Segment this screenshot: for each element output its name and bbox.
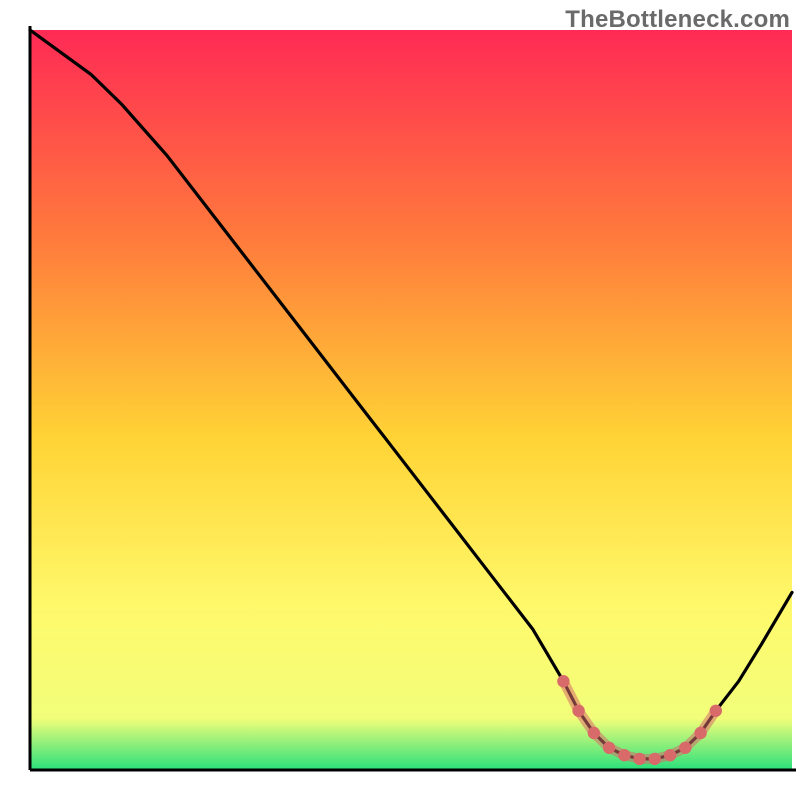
highlight-dot <box>588 727 600 739</box>
highlight-dot <box>572 705 584 717</box>
watermark-text: TheBottleneck.com <box>565 6 790 34</box>
highlight-dot <box>618 749 630 761</box>
highlight-dot <box>557 675 569 687</box>
highlight-dot <box>694 727 706 739</box>
highlight-dot <box>603 742 615 754</box>
bottleneck-chart <box>0 0 800 800</box>
highlight-dot <box>710 705 722 717</box>
highlight-dot <box>664 749 676 761</box>
highlight-dot <box>679 742 691 754</box>
chart-container: TheBottleneck.com <box>0 0 800 800</box>
plot-area <box>30 30 792 770</box>
gradient-background <box>30 30 792 770</box>
highlight-dot <box>633 753 645 765</box>
highlight-dot <box>649 753 661 765</box>
